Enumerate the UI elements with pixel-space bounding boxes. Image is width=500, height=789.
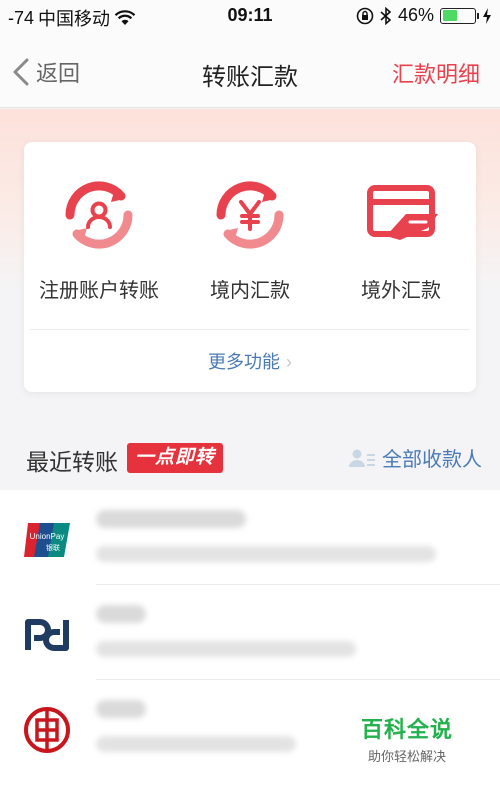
all-payees-link[interactable]: 全部收款人 — [348, 443, 482, 472]
chevron-right-icon: › — [286, 352, 292, 372]
svg-text:UnionPay: UnionPay — [30, 532, 65, 541]
domestic-remittance-label: 境内汇款 — [210, 280, 290, 302]
list-item[interactable] — [0, 585, 500, 680]
more-functions-link[interactable]: 更多功能 › — [24, 348, 476, 374]
spdb-logo — [22, 610, 72, 660]
battery-level-fill — [442, 10, 457, 21]
unionpay-logo: UnionPay 银联 — [22, 515, 72, 565]
domestic-remittance-icon — [213, 178, 287, 252]
charging-icon — [483, 7, 491, 24]
watermark-title: 百科全说 — [360, 717, 453, 742]
overseas-remittance-button[interactable]: 境外汇款 — [326, 178, 476, 303]
overseas-remittance-icon — [364, 178, 438, 252]
registered-account-transfer-button[interactable]: 注册账户转账 — [24, 178, 174, 303]
blurred-payee-name — [96, 510, 246, 528]
orientation-lock-icon — [356, 7, 374, 24]
status-right: 46% — [356, 5, 492, 26]
icbc-logo — [22, 705, 72, 755]
more-functions-label: 更多功能 — [208, 352, 280, 372]
blurred-account-info — [96, 736, 296, 752]
recent-transfers-header: 最近转账 一点即转 全部收款人 — [0, 432, 500, 488]
transfer-functions-card: 注册账户转账 境内汇款 境外汇款 更多功能 › — [24, 142, 476, 392]
all-payees-label: 全部收款人 — [382, 449, 482, 471]
watermark: 百科全说 助你轻松解决 — [338, 712, 476, 765]
registered-account-transfer-label: 注册账户转账 — [39, 280, 159, 302]
remittance-details-link[interactable]: 汇款明细 — [392, 57, 480, 89]
navigation-bar: 返回 转账汇款 汇款明细 — [0, 34, 500, 108]
blurred-account-info — [96, 546, 436, 562]
status-bar: -74 中国移动 09:11 46% — [0, 0, 500, 34]
registered-account-transfer-icon — [62, 178, 136, 252]
payee-list-icon — [349, 449, 375, 467]
blurred-payee-name — [96, 605, 146, 623]
domestic-remittance-button[interactable]: 境内汇款 — [175, 178, 325, 303]
battery-percent: 46% — [397, 5, 434, 25]
card-divider — [30, 329, 470, 330]
watermark-subtitle: 助你轻松解决 — [367, 749, 446, 764]
battery-icon — [440, 7, 479, 24]
recent-transfers-title: 最近转账 — [26, 449, 118, 475]
one-tap-transfer-badge[interactable]: 一点即转 — [127, 443, 224, 473]
svg-text:银联: 银联 — [46, 543, 60, 552]
list-item[interactable]: UnionPay 银联 — [0, 490, 500, 585]
blurred-account-info — [96, 641, 356, 657]
bluetooth-icon — [380, 6, 392, 25]
overseas-remittance-label: 境外汇款 — [361, 280, 441, 302]
blurred-payee-name — [96, 700, 146, 718]
